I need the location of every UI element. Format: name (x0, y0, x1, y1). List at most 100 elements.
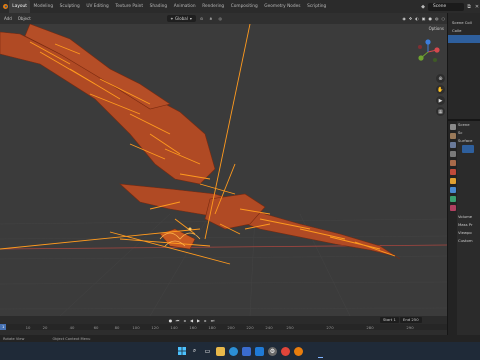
overlays-icon[interactable]: ◐ (415, 16, 419, 21)
next-keyframe-icon[interactable]: ▸ (203, 318, 208, 323)
gizmo-toggle-icon[interactable]: ✥ (409, 16, 412, 21)
modifier-tab-icon[interactable] (449, 187, 456, 193)
solid-shading-icon[interactable]: ● (429, 16, 433, 21)
play-reverse-icon[interactable]: ◀ (189, 318, 194, 323)
workspace-tab-geometry-nodes[interactable]: Geometry Nodes (261, 0, 304, 13)
transform-orientation-dropdown[interactable]: ⌖ Global ▾ (166, 15, 196, 22)
scene-tab-icon[interactable] (449, 160, 456, 166)
zoom-icon[interactable]: ⊕ (436, 74, 445, 83)
material-shading-icon[interactable]: ◍ (435, 16, 439, 21)
visibility-icon[interactable]: ◉ (402, 16, 406, 21)
y-axis-gizmo-icon (418, 55, 424, 61)
workspace-tab-scripting[interactable]: Scripting (304, 0, 330, 13)
properties-panel: Scene Sc Surface Volume Mass Pr Viewpo C… (447, 119, 480, 337)
ruler-label: 100 (132, 324, 140, 330)
copy-icon[interactable]: ⧉ (466, 4, 472, 10)
material-tab-icon[interactable] (449, 205, 456, 211)
properties-volume-panel[interactable]: Volume (458, 213, 480, 221)
z-axis-gizmo-icon (425, 39, 431, 45)
workspace-tab-layout[interactable]: Layout (9, 0, 31, 13)
workspace-tab-animation[interactable]: Animation (170, 0, 199, 13)
ruler-label: 160 (189, 324, 197, 330)
bird-mesh[interactable] (0, 24, 401, 260)
properties-slot-label[interactable]: Sc (458, 129, 480, 137)
task-view-icon[interactable]: ▭ (203, 347, 212, 356)
viewport-header: Add Object ⌖ Global ▾ ⊙ ⋔ ◎ ◉ ✥ ◐ ▣ ● ◍ … (0, 13, 447, 24)
workspace-tab-compositing[interactable]: Compositing (227, 0, 261, 13)
xray-icon[interactable]: ▣ (422, 16, 426, 21)
jump-start-icon[interactable]: ⏮ (175, 318, 180, 323)
perspective-grid-icon[interactable]: ▦ (436, 107, 445, 116)
outliner-row-scene-collection[interactable]: Scene Coll (448, 19, 480, 27)
workspace-tab-uv-editing[interactable]: UV Editing (83, 0, 112, 13)
ruler-label: 140 (170, 324, 178, 330)
proportional-edit-icon[interactable]: ◎ (217, 16, 225, 21)
blender-logo-icon[interactable] (1, 3, 9, 11)
edge-icon[interactable] (229, 346, 238, 356)
ruler-label: 240 (265, 324, 273, 330)
outliner-panel: Scene Coll Colle (447, 13, 480, 119)
camera-view-icon[interactable]: ▶ (436, 96, 445, 105)
x-axis-gizmo-icon (434, 47, 440, 53)
windows-start-icon[interactable] (177, 347, 186, 356)
world-tab-icon[interactable] (449, 169, 456, 175)
ruler-label: 270 (326, 324, 334, 330)
navigation-gizmo[interactable] (414, 38, 442, 66)
outliner-row-selected-object[interactable] (448, 35, 480, 43)
properties-scene-label: Scene (458, 122, 470, 127)
add-menu[interactable]: Add (2, 16, 14, 21)
mail-icon[interactable] (255, 346, 264, 356)
rendered-shading-icon[interactable]: ○ (442, 16, 446, 21)
frame-range: Start 1 End 250 (380, 317, 422, 323)
object-origin (188, 227, 192, 231)
play-icon[interactable]: ▶ (196, 318, 201, 323)
workspace-tab-sculpting[interactable]: Sculpting (56, 0, 83, 13)
chrome-icon[interactable] (281, 346, 290, 356)
properties-viewport-panel[interactable]: Viewpo (458, 229, 480, 237)
timeline-header: ● ⏮ ◂ ◀ ▶ ▸ ⏭ Start 1 End 250 (0, 316, 447, 324)
workspace-topbar: Layout Modeling Sculpting UV Editing Tex… (0, 0, 480, 13)
folder-icon[interactable] (216, 346, 225, 356)
scene-name-field[interactable]: Scene (428, 2, 464, 11)
tool-tab-icon[interactable] (449, 124, 456, 130)
workspace-tab-texture-paint[interactable]: Texture Paint (112, 0, 146, 13)
ruler-label: 250 (286, 324, 294, 330)
workspace-tab-shading[interactable]: Shading (146, 0, 170, 13)
options-dropdown[interactable]: Options (429, 26, 444, 31)
physics-tab-icon[interactable] (449, 196, 456, 202)
orientation-value: Global (175, 16, 188, 21)
object-tab-icon[interactable] (449, 178, 456, 184)
ruler-label: 120 (151, 324, 159, 330)
workspace-tab-modeling[interactable]: Modeling (30, 0, 56, 13)
output-tab-icon[interactable] (449, 142, 456, 148)
outliner-row-collection[interactable]: Colle (448, 27, 480, 35)
floor-grid (0, 213, 447, 316)
prev-keyframe-icon[interactable]: ◂ (182, 318, 187, 323)
store-icon[interactable] (242, 346, 251, 356)
pivot-icon[interactable]: ⊙ (198, 16, 205, 21)
settings-icon[interactable]: ⚙ (268, 346, 277, 356)
record-icon[interactable]: ● (168, 318, 173, 323)
ruler-label: 40 (69, 324, 75, 330)
blender-icon[interactable] (294, 346, 303, 356)
windows-taskbar: ⌕ ▭ ⚙ (0, 342, 480, 360)
workspace-tab-rendering[interactable]: Rendering (199, 0, 228, 13)
jump-end-icon[interactable]: ⏭ (210, 318, 215, 323)
end-frame-field[interactable]: End 250 (399, 317, 422, 323)
snap-icon[interactable]: ⋔ (207, 16, 214, 21)
pan-hand-icon[interactable]: ✋ (436, 85, 445, 94)
3d-viewport[interactable]: Options ⊕ ✋ ▶ ▦ (0, 24, 447, 316)
ruler-label: 280 (366, 324, 374, 330)
properties-mass-panel[interactable]: Mass Pr (458, 221, 480, 229)
search-icon[interactable]: ⌕ (190, 347, 199, 356)
render-tab-icon[interactable] (449, 133, 456, 139)
properties-surface-panel[interactable]: Surface (458, 137, 480, 145)
view-layer-tab-icon[interactable] (449, 151, 456, 157)
scene-icon[interactable]: ◆ (420, 4, 426, 10)
properties-selected-slot[interactable] (462, 145, 474, 153)
close-icon[interactable]: ✕ (474, 4, 480, 10)
object-menu[interactable]: Object (16, 16, 33, 21)
start-frame-field[interactable]: Start 1 (380, 317, 399, 323)
active-app-indicator (318, 357, 323, 358)
properties-custom-panel[interactable]: Custom (458, 237, 480, 245)
